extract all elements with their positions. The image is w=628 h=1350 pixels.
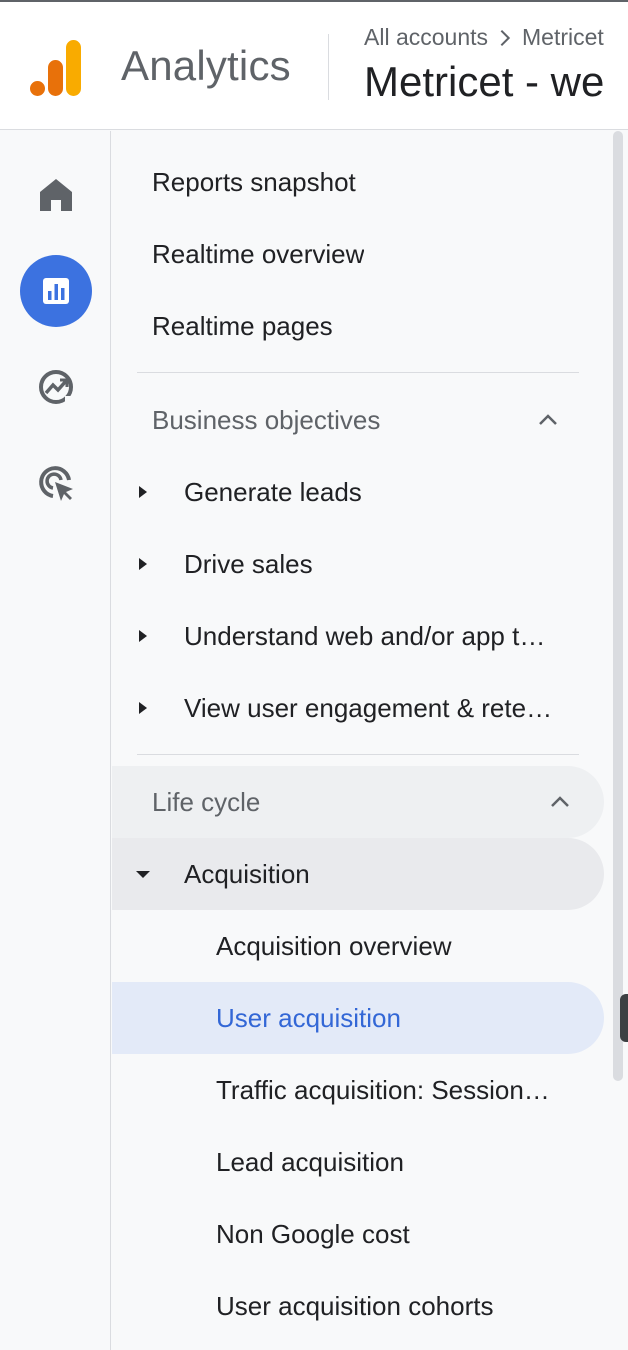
- section-business-objectives[interactable]: Business objectives: [112, 384, 592, 456]
- nav-item-label: Drive sales: [184, 548, 313, 579]
- nav-scrollbar[interactable]: [613, 131, 623, 1081]
- nav-group-generate-leads[interactable]: Generate leads: [112, 456, 592, 528]
- nav-item-lead-acquisition[interactable]: Lead acquisition: [112, 1126, 592, 1198]
- breadcrumb-account[interactable]: Metricet: [522, 24, 604, 51]
- nav-group-understand-traffic[interactable]: Understand web and/or app t…: [112, 600, 592, 672]
- analytics-logo-icon[interactable]: [28, 38, 84, 98]
- rail-reports-button[interactable]: [20, 255, 92, 327]
- caret-right-icon: [139, 558, 147, 570]
- nav-item-label: View user engagement & rete…: [184, 692, 553, 723]
- section-divider: [137, 754, 579, 755]
- rail-explore-button[interactable]: [20, 351, 92, 423]
- breadcrumb-all-accounts[interactable]: All accounts: [364, 24, 488, 51]
- nav-item-label: Acquisition overview: [216, 930, 452, 961]
- reports-nav-panel: Reports snapshot Realtime overview Realt…: [112, 131, 628, 1350]
- property-selector[interactable]: Metricet - we: [364, 58, 604, 106]
- nav-item-realtime-overview[interactable]: Realtime overview: [112, 218, 592, 290]
- nav-item-label: Understand web and/or app t…: [184, 620, 546, 651]
- nav-group-drive-sales[interactable]: Drive sales: [112, 528, 592, 600]
- rail-home-button[interactable]: [20, 159, 92, 231]
- section-title: Life cycle: [152, 786, 261, 817]
- nav-item-label: User acquisition cohorts: [216, 1290, 494, 1321]
- nav-item-label: Non Google cost: [216, 1218, 410, 1249]
- nav-item-reports-snapshot[interactable]: Reports snapshot: [112, 146, 592, 218]
- chevron-up-icon: [551, 796, 569, 807]
- caret-right-icon: [139, 630, 147, 642]
- nav-item-label: Realtime overview: [152, 238, 365, 269]
- nav-item-label: Generate leads: [184, 476, 362, 507]
- reports-icon: [43, 278, 69, 304]
- nav-item-user-acquisition[interactable]: User acquisition: [112, 982, 604, 1054]
- nav-item-label: Lead acquisition: [216, 1146, 404, 1177]
- nav-item-realtime-pages[interactable]: Realtime pages: [112, 290, 592, 362]
- caret-right-icon: [139, 486, 147, 498]
- home-icon: [40, 179, 72, 211]
- chevron-up-icon: [539, 414, 557, 425]
- nav-group-acquisition[interactable]: Acquisition: [112, 838, 604, 910]
- left-rail: [0, 131, 111, 1350]
- panel-resize-handle[interactable]: [620, 994, 628, 1042]
- caret-down-icon: [136, 871, 150, 878]
- nav-item-user-acquisition-cohorts[interactable]: User acquisition cohorts: [112, 1270, 592, 1342]
- product-name: Analytics: [121, 42, 291, 89]
- advertising-icon: [39, 466, 73, 501]
- rail-advertising-button[interactable]: [20, 447, 92, 519]
- breadcrumb: All accounts Metricet: [364, 24, 604, 51]
- nav-item-label: User acquisition: [216, 1002, 401, 1033]
- header-divider: [328, 34, 329, 100]
- nav-item-label: Traffic acquisition: Session…: [216, 1074, 550, 1105]
- nav-item-non-google-cost[interactable]: Non Google cost: [112, 1198, 592, 1270]
- chevron-right-icon: [500, 29, 511, 46]
- nav-group-user-engagement[interactable]: View user engagement & rete…: [112, 672, 592, 744]
- section-title: Business objectives: [152, 404, 381, 435]
- nav-item-label: Realtime pages: [152, 310, 333, 341]
- nav-item-acquisition-overview[interactable]: Acquisition overview: [112, 910, 592, 982]
- nav-item-label: Reports snapshot: [152, 166, 356, 197]
- nav-item-label: Acquisition: [184, 858, 310, 889]
- explore-icon: [39, 370, 74, 405]
- nav-item-traffic-acquisition[interactable]: Traffic acquisition: Session…: [112, 1054, 592, 1126]
- caret-right-icon: [139, 702, 147, 714]
- app-header: Analytics All accounts Metricet Metricet…: [0, 0, 628, 130]
- section-divider: [137, 372, 579, 373]
- section-life-cycle[interactable]: Life cycle: [112, 766, 604, 838]
